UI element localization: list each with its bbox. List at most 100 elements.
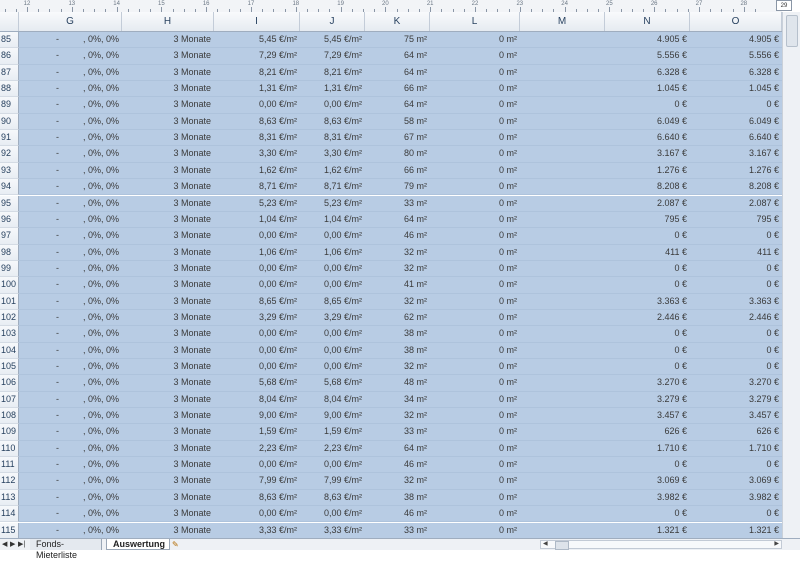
cell-g1[interactable]: -	[19, 294, 62, 309]
cell-i[interactable]: 0,00 €/m²	[214, 506, 300, 521]
cell-i[interactable]: 3,29 €/m²	[214, 310, 300, 325]
cell-g1[interactable]: -	[19, 408, 62, 423]
cell-g1[interactable]: -	[19, 130, 62, 145]
cell-k[interactable]: 46 m²	[365, 457, 430, 472]
cell-o[interactable]: 3.279 €	[690, 392, 782, 407]
cell-k[interactable]: 38 m²	[365, 326, 430, 341]
cell-j[interactable]: 7,99 €/m²	[300, 473, 365, 488]
cell-i[interactable]: 1,59 €/m²	[214, 424, 300, 439]
cell-g1[interactable]: -	[19, 245, 62, 260]
cell-l[interactable]: 0 m²	[430, 97, 520, 112]
column-header-l[interactable]: L	[430, 12, 520, 31]
cell-k[interactable]: 80 m²	[365, 146, 430, 161]
cell-l[interactable]: 0 m²	[430, 343, 520, 358]
row-header[interactable]: 110	[0, 440, 19, 458]
cell-h[interactable]: 3 Monate	[122, 212, 214, 227]
cell-n[interactable]: 0 €	[605, 326, 690, 341]
row-header[interactable]: 91	[0, 130, 19, 147]
cell-j[interactable]: 8,63 €/m²	[300, 490, 365, 505]
cell-n[interactable]: 6.328 €	[605, 65, 690, 80]
cell-g2[interactable]: , 0%, 0%	[62, 424, 122, 439]
cell-i[interactable]: 3,33 €/m²	[214, 523, 300, 538]
cell-h[interactable]: 3 Monate	[122, 326, 214, 341]
cell-n[interactable]: 0 €	[605, 97, 690, 112]
cell-g2[interactable]: , 0%, 0%	[62, 163, 122, 178]
cell-k[interactable]: 41 m²	[365, 277, 430, 292]
column-header-i[interactable]: I	[214, 12, 300, 31]
cell-k[interactable]: 32 m²	[365, 294, 430, 309]
cell-h[interactable]: 3 Monate	[122, 196, 214, 211]
cell-l[interactable]: 0 m²	[430, 81, 520, 96]
cell-l[interactable]: 0 m²	[430, 261, 520, 276]
row-header[interactable]: 114	[0, 506, 19, 523]
cell-l[interactable]: 0 m²	[430, 506, 520, 521]
cell-n[interactable]: 1.321 €	[605, 523, 690, 538]
cell-o[interactable]: 2.087 €	[690, 196, 782, 211]
vertical-scrollbar[interactable]	[782, 12, 800, 538]
cell-n[interactable]: 5.556 €	[605, 48, 690, 63]
cell-j[interactable]: 2,23 €/m²	[300, 441, 365, 456]
cell-j[interactable]: 0,00 €/m²	[300, 97, 365, 112]
cell-i[interactable]: 8,71 €/m²	[214, 179, 300, 194]
row-header[interactable]: 100	[0, 277, 19, 294]
cell-l[interactable]: 0 m²	[430, 490, 520, 505]
cell-l[interactable]: 0 m²	[430, 473, 520, 488]
cell-k[interactable]: 32 m²	[365, 473, 430, 488]
cell-n[interactable]: 0 €	[605, 277, 690, 292]
row-header[interactable]: 104	[0, 342, 19, 359]
cell-o[interactable]: 1.276 €	[690, 163, 782, 178]
scroll-left-arrow-icon[interactable]: ◀	[543, 541, 548, 548]
cell-g2[interactable]: , 0%, 0%	[62, 212, 122, 227]
cell-i[interactable]: 0,00 €/m²	[214, 457, 300, 472]
cell-o[interactable]: 0 €	[690, 457, 782, 472]
cell-o[interactable]: 0 €	[690, 97, 782, 112]
cell-k[interactable]: 67 m²	[365, 130, 430, 145]
cell-g1[interactable]: -	[19, 81, 62, 96]
horizontal-scroll-thumb[interactable]	[555, 541, 569, 550]
cell-k[interactable]: 64 m²	[365, 65, 430, 80]
cell-h[interactable]: 3 Monate	[122, 32, 214, 47]
cell-i[interactable]: 0,00 €/m²	[214, 277, 300, 292]
cell-h[interactable]: 3 Monate	[122, 81, 214, 96]
cell-g2[interactable]: , 0%, 0%	[62, 97, 122, 112]
cell-g2[interactable]: , 0%, 0%	[62, 196, 122, 211]
cell-n[interactable]: 3.167 €	[605, 146, 690, 161]
cell-l[interactable]: 0 m²	[430, 277, 520, 292]
cell-i[interactable]: 8,63 €/m²	[214, 490, 300, 505]
cell-j[interactable]: 5,45 €/m²	[300, 32, 365, 47]
cell-i[interactable]: 9,00 €/m²	[214, 408, 300, 423]
cell-l[interactable]: 0 m²	[430, 114, 520, 129]
cell-k[interactable]: 33 m²	[365, 523, 430, 538]
cell-i[interactable]: 7,99 €/m²	[214, 473, 300, 488]
cell-n[interactable]: 6.640 €	[605, 130, 690, 145]
cell-j[interactable]: 1,31 €/m²	[300, 81, 365, 96]
cell-g1[interactable]: -	[19, 392, 62, 407]
cell-g1[interactable]: -	[19, 473, 62, 488]
cell-n[interactable]: 3.457 €	[605, 408, 690, 423]
cell-j[interactable]: 8,31 €/m²	[300, 130, 365, 145]
cell-i[interactable]: 3,30 €/m²	[214, 146, 300, 161]
cell-o[interactable]: 6.640 €	[690, 130, 782, 145]
cell-n[interactable]: 3.982 €	[605, 490, 690, 505]
cell-g1[interactable]: -	[19, 343, 62, 358]
cell-k[interactable]: 62 m²	[365, 310, 430, 325]
cell-o[interactable]: 795 €	[690, 212, 782, 227]
row-header[interactable]: 107	[0, 391, 19, 409]
cell-k[interactable]: 38 m²	[365, 343, 430, 358]
cell-j[interactable]: 8,04 €/m²	[300, 392, 365, 407]
cell-j[interactable]: 0,00 €/m²	[300, 457, 365, 472]
cell-o[interactable]: 5.556 €	[690, 48, 782, 63]
cell-h[interactable]: 3 Monate	[122, 130, 214, 145]
cell-h[interactable]: 3 Monate	[122, 310, 214, 325]
cell-h[interactable]: 3 Monate	[122, 441, 214, 456]
cell-g2[interactable]: , 0%, 0%	[62, 473, 122, 488]
cell-l[interactable]: 0 m²	[430, 375, 520, 390]
row-header[interactable]: 87	[0, 64, 19, 82]
cell-n[interactable]: 0 €	[605, 228, 690, 243]
cell-h[interactable]: 3 Monate	[122, 163, 214, 178]
cell-o[interactable]: 3.167 €	[690, 146, 782, 161]
cell-n[interactable]: 1.045 €	[605, 81, 690, 96]
cell-j[interactable]: 0,00 €/m²	[300, 326, 365, 341]
cell-i[interactable]: 5,23 €/m²	[214, 196, 300, 211]
cell-o[interactable]: 0 €	[690, 343, 782, 358]
